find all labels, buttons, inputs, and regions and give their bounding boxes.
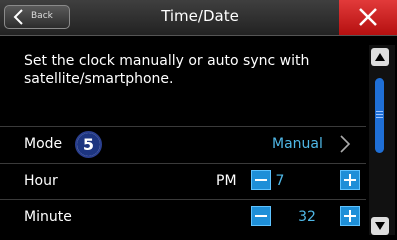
scroll-down-button[interactable] — [371, 217, 389, 235]
plus-icon-v — [349, 174, 351, 186]
scrollbar-thumb[interactable] — [375, 78, 384, 153]
mode-label: Mode — [24, 136, 63, 152]
minute-row: Minute 32 — [0, 199, 366, 235]
page-title: Time/Date — [161, 7, 239, 25]
grip-line — [376, 111, 383, 112]
minute-value: 32 — [298, 209, 316, 225]
back-label: Back — [31, 11, 53, 21]
chevron-right-icon — [340, 135, 351, 153]
minus-icon — [255, 215, 267, 217]
minute-label: Minute — [24, 209, 72, 225]
triangle-up-icon — [375, 53, 385, 61]
mode-row[interactable]: Mode 5 Manual — [0, 126, 366, 162]
hour-row: Hour PM 7 — [0, 163, 366, 199]
triangle-down-icon — [375, 222, 385, 230]
hour-increase-button[interactable] — [340, 170, 360, 190]
ampm-toggle[interactable]: PM — [216, 173, 237, 189]
callout-number: 5 — [77, 133, 100, 156]
grip-line — [376, 117, 383, 118]
hour-label: Hour — [24, 173, 58, 189]
grip-line — [376, 114, 383, 115]
header-bar: Back Time/Date — [0, 0, 397, 36]
close-button[interactable] — [339, 0, 397, 35]
plus-icon-v — [349, 210, 351, 222]
minute-increase-button[interactable] — [340, 206, 360, 226]
scroll-up-button[interactable] — [371, 48, 389, 66]
mode-value: Manual — [272, 136, 323, 152]
chevron-left-icon — [13, 9, 23, 25]
time-date-screen: Back Time/Date Set the clock manually or… — [0, 0, 397, 240]
back-button[interactable]: Back — [4, 5, 70, 29]
minute-decrease-button[interactable] — [251, 206, 271, 226]
hour-value: 7 — [275, 173, 285, 189]
callout-badge: 5 — [75, 131, 102, 158]
close-icon — [359, 8, 377, 26]
description-text: Set the clock manually or auto sync with… — [24, 53, 310, 87]
